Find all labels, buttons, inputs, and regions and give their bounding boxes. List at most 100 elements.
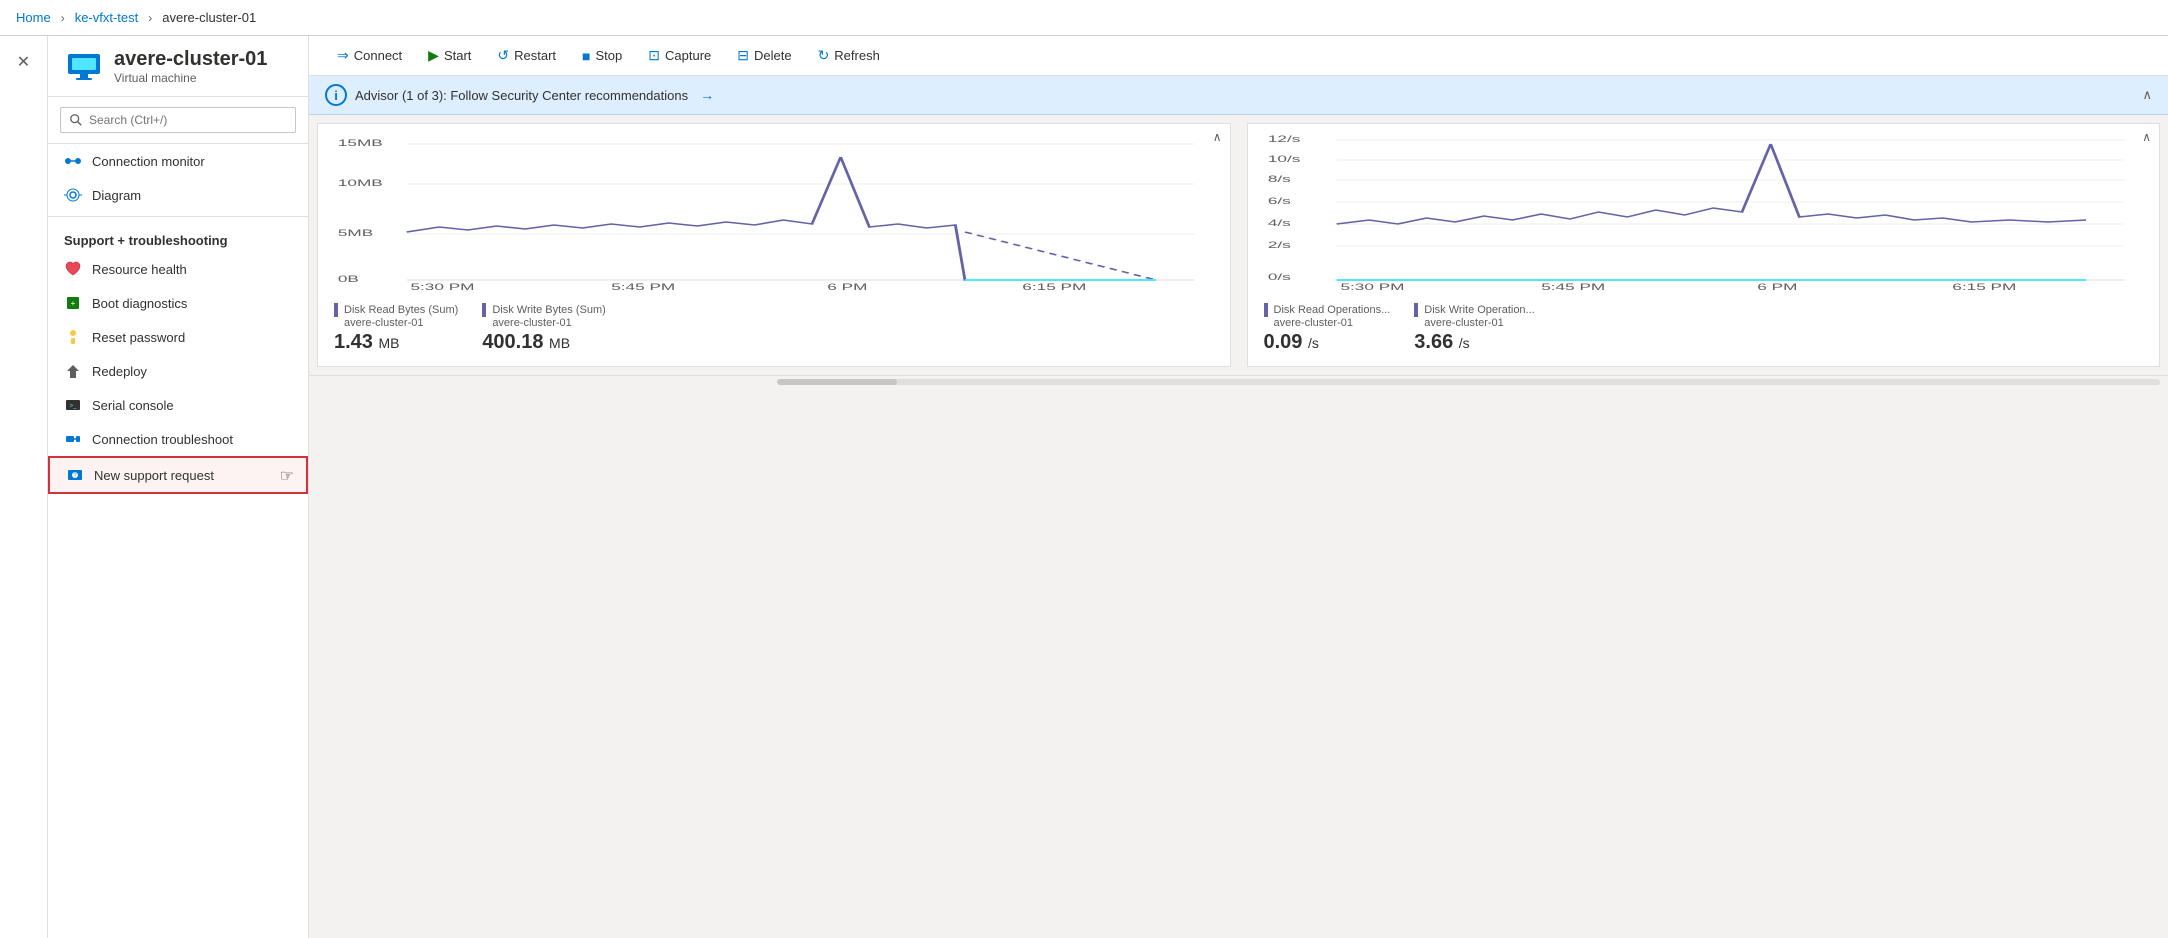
chart-footer-right: Disk Read Operations... avere-cluster-01… [1248, 295, 2160, 366]
chart-body-right: 12/s 10/s 8/s 6/s 4/s 2/s 0/s [1248, 124, 2160, 295]
restart-button[interactable]: ↺ Restart [485, 42, 568, 69]
charts-row: ∧ 15MB 10MB 5MB 0B [309, 115, 2168, 375]
sidebar-item-diagram[interactable]: Diagram [48, 178, 308, 212]
legend-value-read-ops: 0.09 /s [1264, 331, 1391, 354]
sidebar-label-new-support-request: New support request [94, 468, 214, 483]
chart-body-left: 15MB 10MB 5MB 0B 5:30 PM [318, 124, 1230, 295]
sidebar-close-panel: ✕ [0, 36, 48, 938]
svg-text:4/s: 4/s [1267, 218, 1290, 228]
legend-title-read-ops: Disk Read Operations... [1274, 304, 1391, 316]
sidebar-item-redeploy[interactable]: Redeploy [48, 354, 308, 388]
advisor-collapse-icon[interactable]: ∧ [2142, 87, 2152, 103]
diagram-icon [64, 186, 82, 204]
legend-subtitle-write-ops: avere-cluster-01 [1424, 317, 1534, 329]
sidebar-item-serial-console[interactable]: >_ Serial console [48, 388, 308, 422]
legend-header-read: Disk Read Bytes (Sum) [334, 303, 458, 317]
delete-button[interactable]: ⊟ Delete [725, 42, 803, 69]
left-panel: avere-cluster-01 Virtual machine [48, 36, 309, 938]
breadcrumb-sep-2: › [148, 11, 152, 25]
legend-header-write-ops: Disk Write Operation... [1414, 303, 1534, 317]
charts-area: ∧ 15MB 10MB 5MB 0B [309, 115, 2168, 938]
svg-text:6 PM: 6 PM [1757, 282, 1797, 292]
legend-disk-write-ops: Disk Write Operation... avere-cluster-01… [1414, 303, 1534, 354]
sidebar-item-connection-troubleshoot[interactable]: Connection troubleshoot [48, 422, 308, 456]
right-panel: « ⇒ Connect ▶ Start ↺ Restart ■ Sto [309, 36, 2168, 938]
y-label-5mb: 5MB [338, 228, 373, 238]
close-button[interactable]: ✕ [10, 48, 38, 76]
breadcrumb-home[interactable]: Home [16, 10, 51, 25]
svg-text:5:45 PM: 5:45 PM [611, 282, 675, 292]
legend-value-read: 1.43 MB [334, 331, 458, 354]
stop-button[interactable]: ■ Stop [570, 43, 634, 69]
svg-text:6/s: 6/s [1267, 196, 1290, 206]
start-button[interactable]: ▶ Start [416, 42, 483, 69]
resource-info: avere-cluster-01 Virtual machine [114, 48, 267, 85]
scroll-track [777, 379, 2160, 385]
chart-disk-bytes: ∧ 15MB 10MB 5MB 0B [317, 123, 1231, 367]
legend-unit-write-ops: /s [1459, 335, 1470, 351]
y-label-0b: 0B [338, 274, 359, 284]
legend-disk-write-bytes: Disk Write Bytes (Sum) avere-cluster-01 … [482, 303, 605, 354]
refresh-icon: ↻ [818, 47, 830, 64]
start-label: Start [444, 48, 471, 63]
svg-text:0/s: 0/s [1267, 272, 1290, 282]
svg-text:2/s: 2/s [1267, 240, 1290, 250]
breadcrumb-cluster: avere-cluster-01 [162, 10, 256, 25]
scroll-thumb[interactable] [777, 379, 897, 385]
y-label-15mb: 15MB [338, 138, 383, 148]
horizontal-scrollbar[interactable] [309, 375, 2168, 387]
legend-subtitle-read-ops: avere-cluster-01 [1274, 317, 1391, 329]
stop-icon: ■ [582, 48, 590, 64]
boot-diagnostics-icon: + [64, 294, 82, 312]
redeploy-icon [64, 362, 82, 380]
delete-icon: ⊟ [737, 47, 749, 64]
refresh-label: Refresh [834, 48, 880, 63]
section-divider [48, 216, 308, 217]
sidebar-label-boot-diagnostics: Boot diagnostics [92, 296, 187, 311]
sidebar-item-reset-password[interactable]: Reset password [48, 320, 308, 354]
sidebar-item-new-support-request[interactable]: ? New support request ☞ [48, 456, 308, 494]
sidebar-label-serial-console: Serial console [92, 398, 174, 413]
sidebar-label-connection-troubleshoot: Connection troubleshoot [92, 432, 233, 447]
advisor-info-icon: i [325, 84, 347, 106]
legend-value-write-ops: 3.66 /s [1414, 331, 1534, 354]
support-section-title: Support + troubleshooting [48, 221, 308, 252]
sidebar-item-resource-health[interactable]: Resource health [48, 252, 308, 286]
search-input[interactable] [60, 107, 296, 133]
sidebar-item-connection-monitor[interactable]: Connection monitor [48, 144, 308, 178]
resource-name: avere-cluster-01 [114, 48, 267, 71]
cursor-indicator: ☞ [280, 466, 294, 486]
refresh-button[interactable]: ↻ Refresh [806, 42, 892, 69]
sidebar-item-boot-diagnostics[interactable]: + Boot diagnostics [48, 286, 308, 320]
sidebar-label-connection-monitor: Connection monitor [92, 154, 205, 169]
advisor-banner[interactable]: i Advisor (1 of 3): Follow Security Cent… [309, 76, 2168, 115]
connect-button[interactable]: ⇒ Connect [325, 42, 414, 69]
svg-text:8/s: 8/s [1267, 174, 1290, 184]
chart-svg-right: 12/s 10/s 8/s 6/s 4/s 2/s 0/s [1264, 132, 2144, 292]
breadcrumb-sep-1: › [61, 11, 65, 25]
sidebar-search-container [48, 97, 308, 144]
svg-text:6:15 PM: 6:15 PM [1022, 282, 1086, 292]
top-bar: Home › ke-vfxt-test › avere-cluster-01 [0, 0, 2168, 36]
legend-unit-read: MB [379, 335, 400, 351]
legend-bar-write-ops [1414, 303, 1418, 317]
chart-footer-left: Disk Read Bytes (Sum) avere-cluster-01 1… [318, 295, 1230, 366]
sidebar: Connection monitor Diagram [48, 97, 308, 494]
legend-bar-read-ops [1264, 303, 1268, 317]
svg-text:6:15 PM: 6:15 PM [1952, 282, 2016, 292]
legend-disk-read-ops: Disk Read Operations... avere-cluster-01… [1264, 303, 1391, 354]
legend-header-write: Disk Write Bytes (Sum) [482, 303, 605, 317]
capture-button[interactable]: ⊡ Capture [636, 42, 723, 69]
resource-header: avere-cluster-01 Virtual machine [48, 36, 308, 97]
stop-label: Stop [596, 48, 623, 63]
toolbar: ⇒ Connect ▶ Start ↺ Restart ■ Stop ⊡ C [309, 36, 2168, 76]
advisor-arrow: → [700, 87, 714, 103]
svg-text:5:30 PM: 5:30 PM [1340, 282, 1404, 292]
svg-text:>_: >_ [70, 404, 78, 410]
connect-icon: ⇒ [337, 47, 349, 64]
breadcrumb-vfxt[interactable]: ke-vfxt-test [75, 10, 139, 25]
resource-health-icon [64, 260, 82, 278]
capture-icon: ⊡ [648, 47, 660, 64]
svg-text:5:30 PM: 5:30 PM [410, 282, 474, 292]
resource-type: Virtual machine [114, 71, 267, 85]
